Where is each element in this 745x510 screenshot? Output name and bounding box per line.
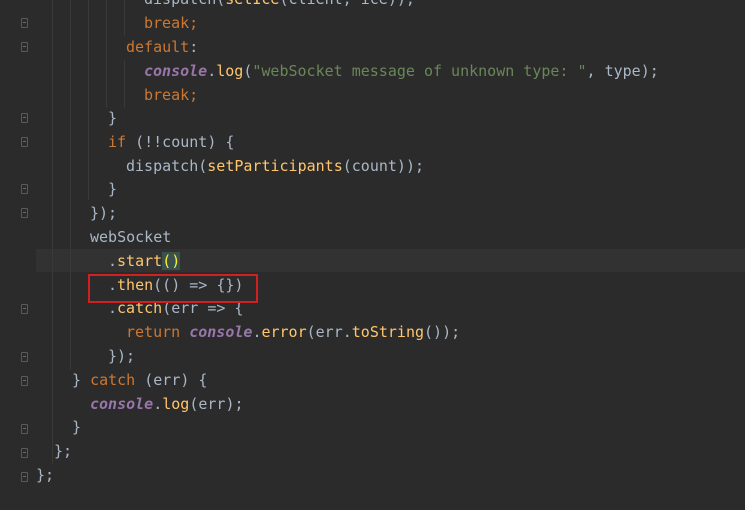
code-line[interactable]: webSocket [90,226,171,249]
indent-guide [52,0,53,464]
code-line[interactable]: }; [54,440,72,463]
code-token: (client, ice)); [279,0,414,8]
code-token: . [207,62,217,80]
code-line[interactable]: console.log(err); [90,393,244,416]
code-token: } [72,418,82,436]
indent-guide [124,60,125,108]
code-line[interactable]: .start() [108,250,181,273]
code-line[interactable]: }; [36,464,54,487]
code-token: dispatch( [144,0,225,8]
code-line[interactable]: break; [144,84,198,107]
code-token: () [162,252,181,270]
code-line[interactable]: return console.error(err.toString()); [126,321,460,344]
code-token: (count)); [342,157,425,175]
code-token: ; [189,86,199,104]
code-token: . [108,252,118,270]
code-line[interactable]: if (!!count) { [108,131,234,154]
code-line[interactable]: console.log("webSocket message of unknow… [144,60,659,83]
fold-marker-icon[interactable] [21,472,28,482]
code-token: . [153,395,163,413]
fold-marker-icon[interactable] [21,376,28,386]
red-annotation-box [88,274,258,303]
code-token: default [126,38,190,56]
indent-guide [70,0,71,370]
code-token: : [189,38,199,56]
code-token: dispatch( [126,157,208,175]
indent-guide [88,0,89,200]
fold-marker-icon[interactable] [21,18,28,28]
code-line[interactable]: } [72,416,81,439]
code-token: toString [351,323,425,341]
indent-guide [124,0,125,36]
code-token: , type); [586,62,659,80]
code-token: (err) { [135,371,208,389]
code-token: break [144,86,190,104]
code-token: break [144,14,190,32]
fold-marker-icon[interactable] [21,352,28,362]
code-token: } [72,371,91,389]
code-token: }); [90,204,118,222]
fold-marker-icon[interactable] [21,448,28,458]
code-token: catch [90,371,136,389]
fold-marker-icon[interactable] [21,304,28,314]
code-token: if [108,133,127,151]
fold-marker-icon[interactable] [21,137,28,147]
code-token: }); [108,347,136,365]
code-token: ; [189,14,199,32]
code-token: error [261,323,307,341]
code-token: (err); [189,395,244,413]
code-line[interactable]: } [108,178,117,201]
indent-guide [106,0,107,108]
code-token: } [108,109,118,127]
code-line[interactable]: }); [90,202,117,225]
code-token: (!!count) { [126,133,235,151]
code-line[interactable]: }); [108,345,135,368]
code-token: }; [54,442,73,460]
code-line[interactable]: dispatch(setIce(client, ice)); [144,0,415,11]
code-token: }; [36,466,55,484]
code-token: console [90,395,154,413]
code-token: return [126,323,190,341]
code-token: setIce [225,0,279,8]
code-token: console [189,323,253,341]
fold-marker-icon[interactable] [21,184,28,194]
code-token: } [108,180,118,198]
code-token: "webSocket message of unknown type: " [252,62,587,80]
code-token: webSocket [90,228,172,246]
code-line[interactable]: } catch (err) { [72,369,207,392]
editor-gutter [0,0,40,510]
fold-marker-icon[interactable] [21,42,28,52]
code-line[interactable]: default: [126,36,198,59]
code-line[interactable]: break; [144,12,198,35]
fold-marker-icon[interactable] [21,208,28,218]
code-token: start [117,252,163,270]
code-token: setParticipants [207,157,343,175]
code-line[interactable]: dispatch(setParticipants(count)); [126,155,424,178]
code-token: ()); [424,323,461,341]
code-token: log [216,62,244,80]
code-line[interactable]: } [108,107,117,130]
code-token: log [162,395,190,413]
fold-marker-icon[interactable] [21,424,28,434]
code-token: (err. [306,323,352,341]
fold-marker-icon[interactable] [21,113,28,123]
code-token: console [144,62,208,80]
